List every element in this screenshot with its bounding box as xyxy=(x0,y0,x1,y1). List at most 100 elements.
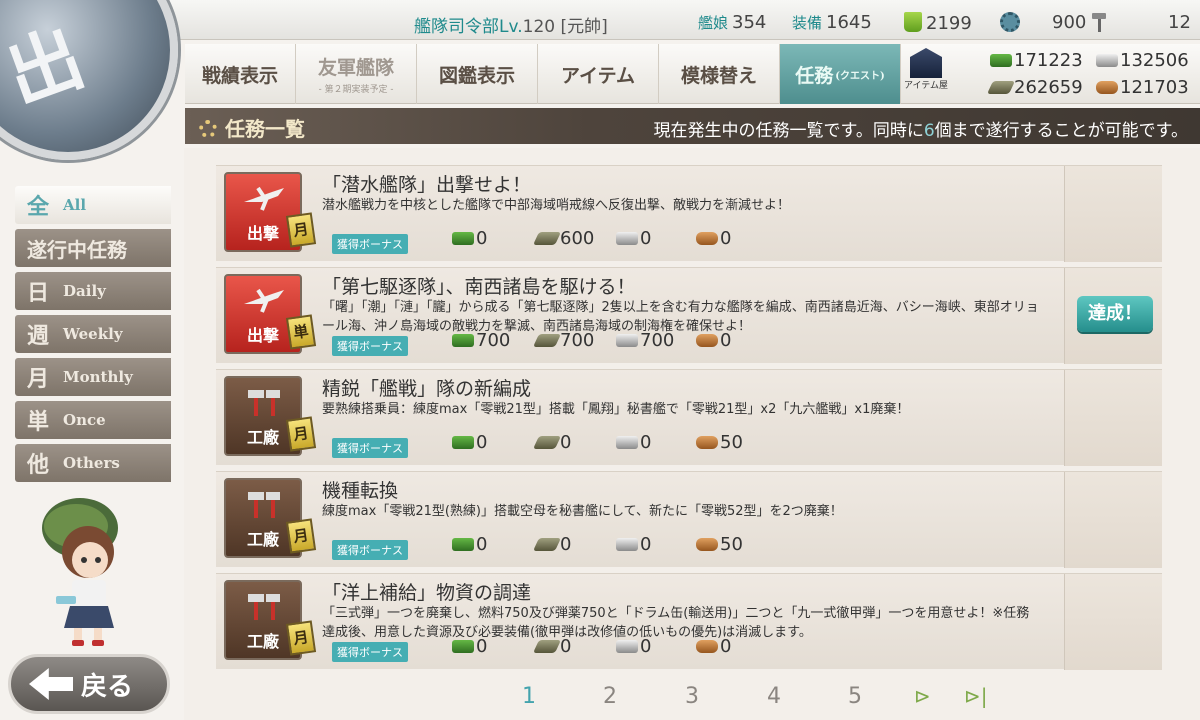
quest-title: 「第七駆逐隊」、南西諸島を駆ける！ xyxy=(322,276,636,298)
quest-status-area[interactable] xyxy=(1064,166,1162,262)
filter-others[interactable]: 他 Others xyxy=(15,444,171,482)
ships-label: 艦娘 xyxy=(698,14,729,32)
quest-row[interactable]: 工廠月機種転換 練度max「零戦21型(熟練)」搭載空母を秘書艦にして、新たに「零… xyxy=(216,471,1162,568)
bauxite-icon xyxy=(696,436,718,449)
page-5[interactable]: 5 xyxy=(848,684,862,709)
quest-status-area[interactable] xyxy=(1064,370,1162,466)
rank: [元帥] xyxy=(560,17,608,37)
fuel-icon xyxy=(452,436,474,449)
reward-fuel: 700 xyxy=(452,330,510,351)
reward-ammo: 600 xyxy=(532,228,594,249)
quest-description: 要熟練搭乗員：練度max「零戦21型」搭載「鳳翔」秘書艦で「零戦21型」x2「九… xyxy=(322,402,910,417)
quest-frequency-badge: 月 xyxy=(285,416,317,452)
bauxite-icon xyxy=(696,334,718,347)
reward-bauxite: 0 xyxy=(696,636,731,657)
filter-daily[interactable]: 日 Daily xyxy=(15,272,171,310)
bauxite-icon xyxy=(696,538,718,551)
bonus-label: 獲得ボーナス xyxy=(332,540,408,560)
back-button[interactable]: 戻る xyxy=(8,654,170,714)
devmat-count: 900 xyxy=(1000,12,1108,33)
complete-badge[interactable]: 達成！ xyxy=(1077,296,1153,332)
fuel-value: 171223 xyxy=(1014,50,1083,71)
page-1[interactable]: 1 xyxy=(522,684,536,709)
equip-count: 装備 1645 xyxy=(792,12,872,33)
reward-steel: 0 xyxy=(616,432,651,453)
reward-bauxite: 0 xyxy=(696,330,731,351)
screw-count: 12 xyxy=(1168,12,1191,33)
reward-value: 0 xyxy=(640,228,652,249)
item-shop-label: アイテム屋 xyxy=(903,81,949,91)
plane-icon xyxy=(244,186,284,211)
quest-row[interactable]: 出撃単「第七駆逐隊」、南西諸島を駆ける！ 「曙」「潮」「漣」「朧」から成る「第七駆… xyxy=(216,267,1162,364)
item-shop-button[interactable]: アイテム屋 xyxy=(898,48,954,98)
hammer-icon xyxy=(1090,12,1108,32)
reward-value: 700 xyxy=(560,330,595,351)
tab-encyclopedia[interactable]: 図鑑表示 xyxy=(417,44,538,104)
quest-frequency-badge: 月 xyxy=(285,518,317,554)
tab-label: 任務 xyxy=(795,64,834,87)
filter-in-progress[interactable]: 遂行中任務 xyxy=(15,229,171,267)
reward-value: 0 xyxy=(640,636,652,657)
desc-post: 個まで遂行することが可能です。 xyxy=(934,121,1188,141)
quest-status-area[interactable] xyxy=(1064,472,1162,568)
next-page-icon[interactable]: ⊳ xyxy=(914,684,931,708)
sortie-emblem-glyph: 出 xyxy=(0,14,95,121)
filter-weekly[interactable]: 週 Weekly xyxy=(15,315,171,353)
quest-row[interactable]: 工廠月「洋上補給」物資の調達 「三式弾」一つを廃棄し、燃料750及び弾薬750と「… xyxy=(216,573,1162,670)
quest-status-area[interactable] xyxy=(1064,574,1162,670)
ammo-resource: 262659 xyxy=(986,77,1083,98)
quest-frequency-badge: 月 xyxy=(285,212,317,248)
reward-value: 0 xyxy=(560,432,572,453)
quest-title: 精鋭「艦戦」隊の新編成 xyxy=(322,378,532,400)
reward-value: 50 xyxy=(720,432,743,453)
bucket-value: 2199 xyxy=(926,13,972,34)
bauxite-icon xyxy=(696,232,718,245)
filter-all[interactable]: 全 All xyxy=(15,186,171,224)
steel-icon xyxy=(616,640,638,653)
hq-level: 艦隊司令部Lv.120 [元帥] xyxy=(414,12,608,37)
filter-monthly[interactable]: 月 Monthly xyxy=(15,358,171,396)
bauxite-icon xyxy=(1096,81,1118,94)
filter-once[interactable]: 単 Once xyxy=(15,401,171,439)
tab-sublabel: - 第２期実装予定 - xyxy=(318,85,394,95)
quest-list-header: 任務一覧 現在発生中の任務一覧です。同時に6個まで遂行することが可能です。 xyxy=(185,108,1200,144)
reward-value: 0 xyxy=(720,330,732,351)
tab-items[interactable]: アイテム xyxy=(538,44,659,104)
page-4[interactable]: 4 xyxy=(767,684,781,709)
reward-value: 0 xyxy=(640,432,652,453)
tab-friend-fleet[interactable]: 友軍艦隊 - 第２期実装予定 - xyxy=(296,44,417,104)
bauxite-value: 121703 xyxy=(1120,77,1189,98)
steel-icon xyxy=(616,538,638,551)
quest-row[interactable]: 工廠月精鋭「艦戦」隊の新編成 要熟練搭乗員：練度max「零戦21型」搭載「鳳翔」秘… xyxy=(216,369,1162,466)
tab-quests[interactable]: 任務 (クエスト) xyxy=(780,44,901,104)
tab-record[interactable]: 戦績表示 xyxy=(185,44,296,104)
tab-furniture[interactable]: 模様替え xyxy=(659,44,780,104)
reward-ammo: 0 xyxy=(532,432,572,453)
quest-frequency-badge: 月 xyxy=(285,620,317,656)
fuel-icon xyxy=(990,54,1012,67)
ship-count: 艦娘 354 xyxy=(698,12,766,33)
filter-kanji: 月 xyxy=(27,366,50,392)
devmat-value: 900 xyxy=(1052,12,1087,33)
tab-label: アイテム xyxy=(560,64,636,87)
shop-icon xyxy=(910,48,942,78)
quest-row[interactable]: 出撃月「潜水艦隊」出撃せよ！ 潜水艦戦力を中核とした艦隊で中部海域哨戒線へ反復出撃… xyxy=(216,165,1162,262)
page-2[interactable]: 2 xyxy=(603,684,617,709)
filter-english: Others xyxy=(63,454,120,472)
ammo-icon xyxy=(532,538,562,551)
filter-english: Weekly xyxy=(63,325,123,343)
filter-english: Daily xyxy=(63,282,106,300)
reward-fuel: 0 xyxy=(452,534,487,555)
quest-status-area[interactable]: 達成！ xyxy=(1064,268,1162,364)
top-status-bar: 艦隊司令部Lv.120 [元帥] 艦娘 354 装備 1645 2199 900 1… xyxy=(0,0,1200,40)
bauxite-resource: 121703 xyxy=(1096,77,1189,98)
tab-label: 友軍艦隊 xyxy=(317,57,394,79)
ammo-value: 262659 xyxy=(1014,77,1083,98)
page-3[interactable]: 3 xyxy=(685,684,699,709)
secretary-avatar xyxy=(28,488,138,648)
filter-kanji: 単 xyxy=(27,409,50,435)
screw-value: 12 xyxy=(1168,12,1191,33)
steel-value: 132506 xyxy=(1120,50,1189,71)
last-page-icon[interactable]: ⊳| xyxy=(964,684,988,708)
sortie-emblem[interactable]: 出 xyxy=(0,0,178,160)
